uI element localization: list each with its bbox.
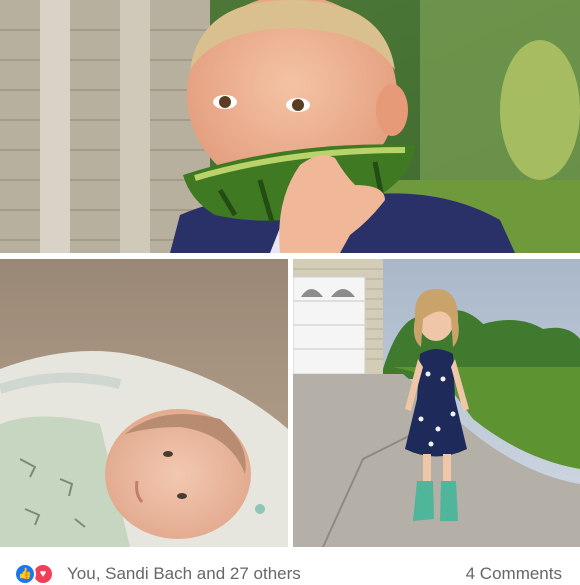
photo-image — [0, 0, 580, 253]
photo-girl-in-rain-boots[interactable] — [293, 259, 580, 547]
photo-sleeping-newborn[interactable] — [0, 259, 288, 547]
post-reactions-bar: 👍 ♥ You, Sandi Bach and 27 others 4 Comm… — [0, 553, 580, 585]
photo-image — [293, 259, 580, 547]
photo-image — [0, 259, 288, 547]
comments-count[interactable]: 4 Comments — [466, 564, 562, 584]
reaction-icons[interactable]: 👍 ♥ — [14, 563, 64, 585]
photo-boy-eating-watermelon[interactable] — [0, 0, 580, 253]
like-icon: 👍 — [14, 563, 36, 585]
reaction-summary[interactable]: You, Sandi Bach and 27 others — [67, 564, 301, 584]
